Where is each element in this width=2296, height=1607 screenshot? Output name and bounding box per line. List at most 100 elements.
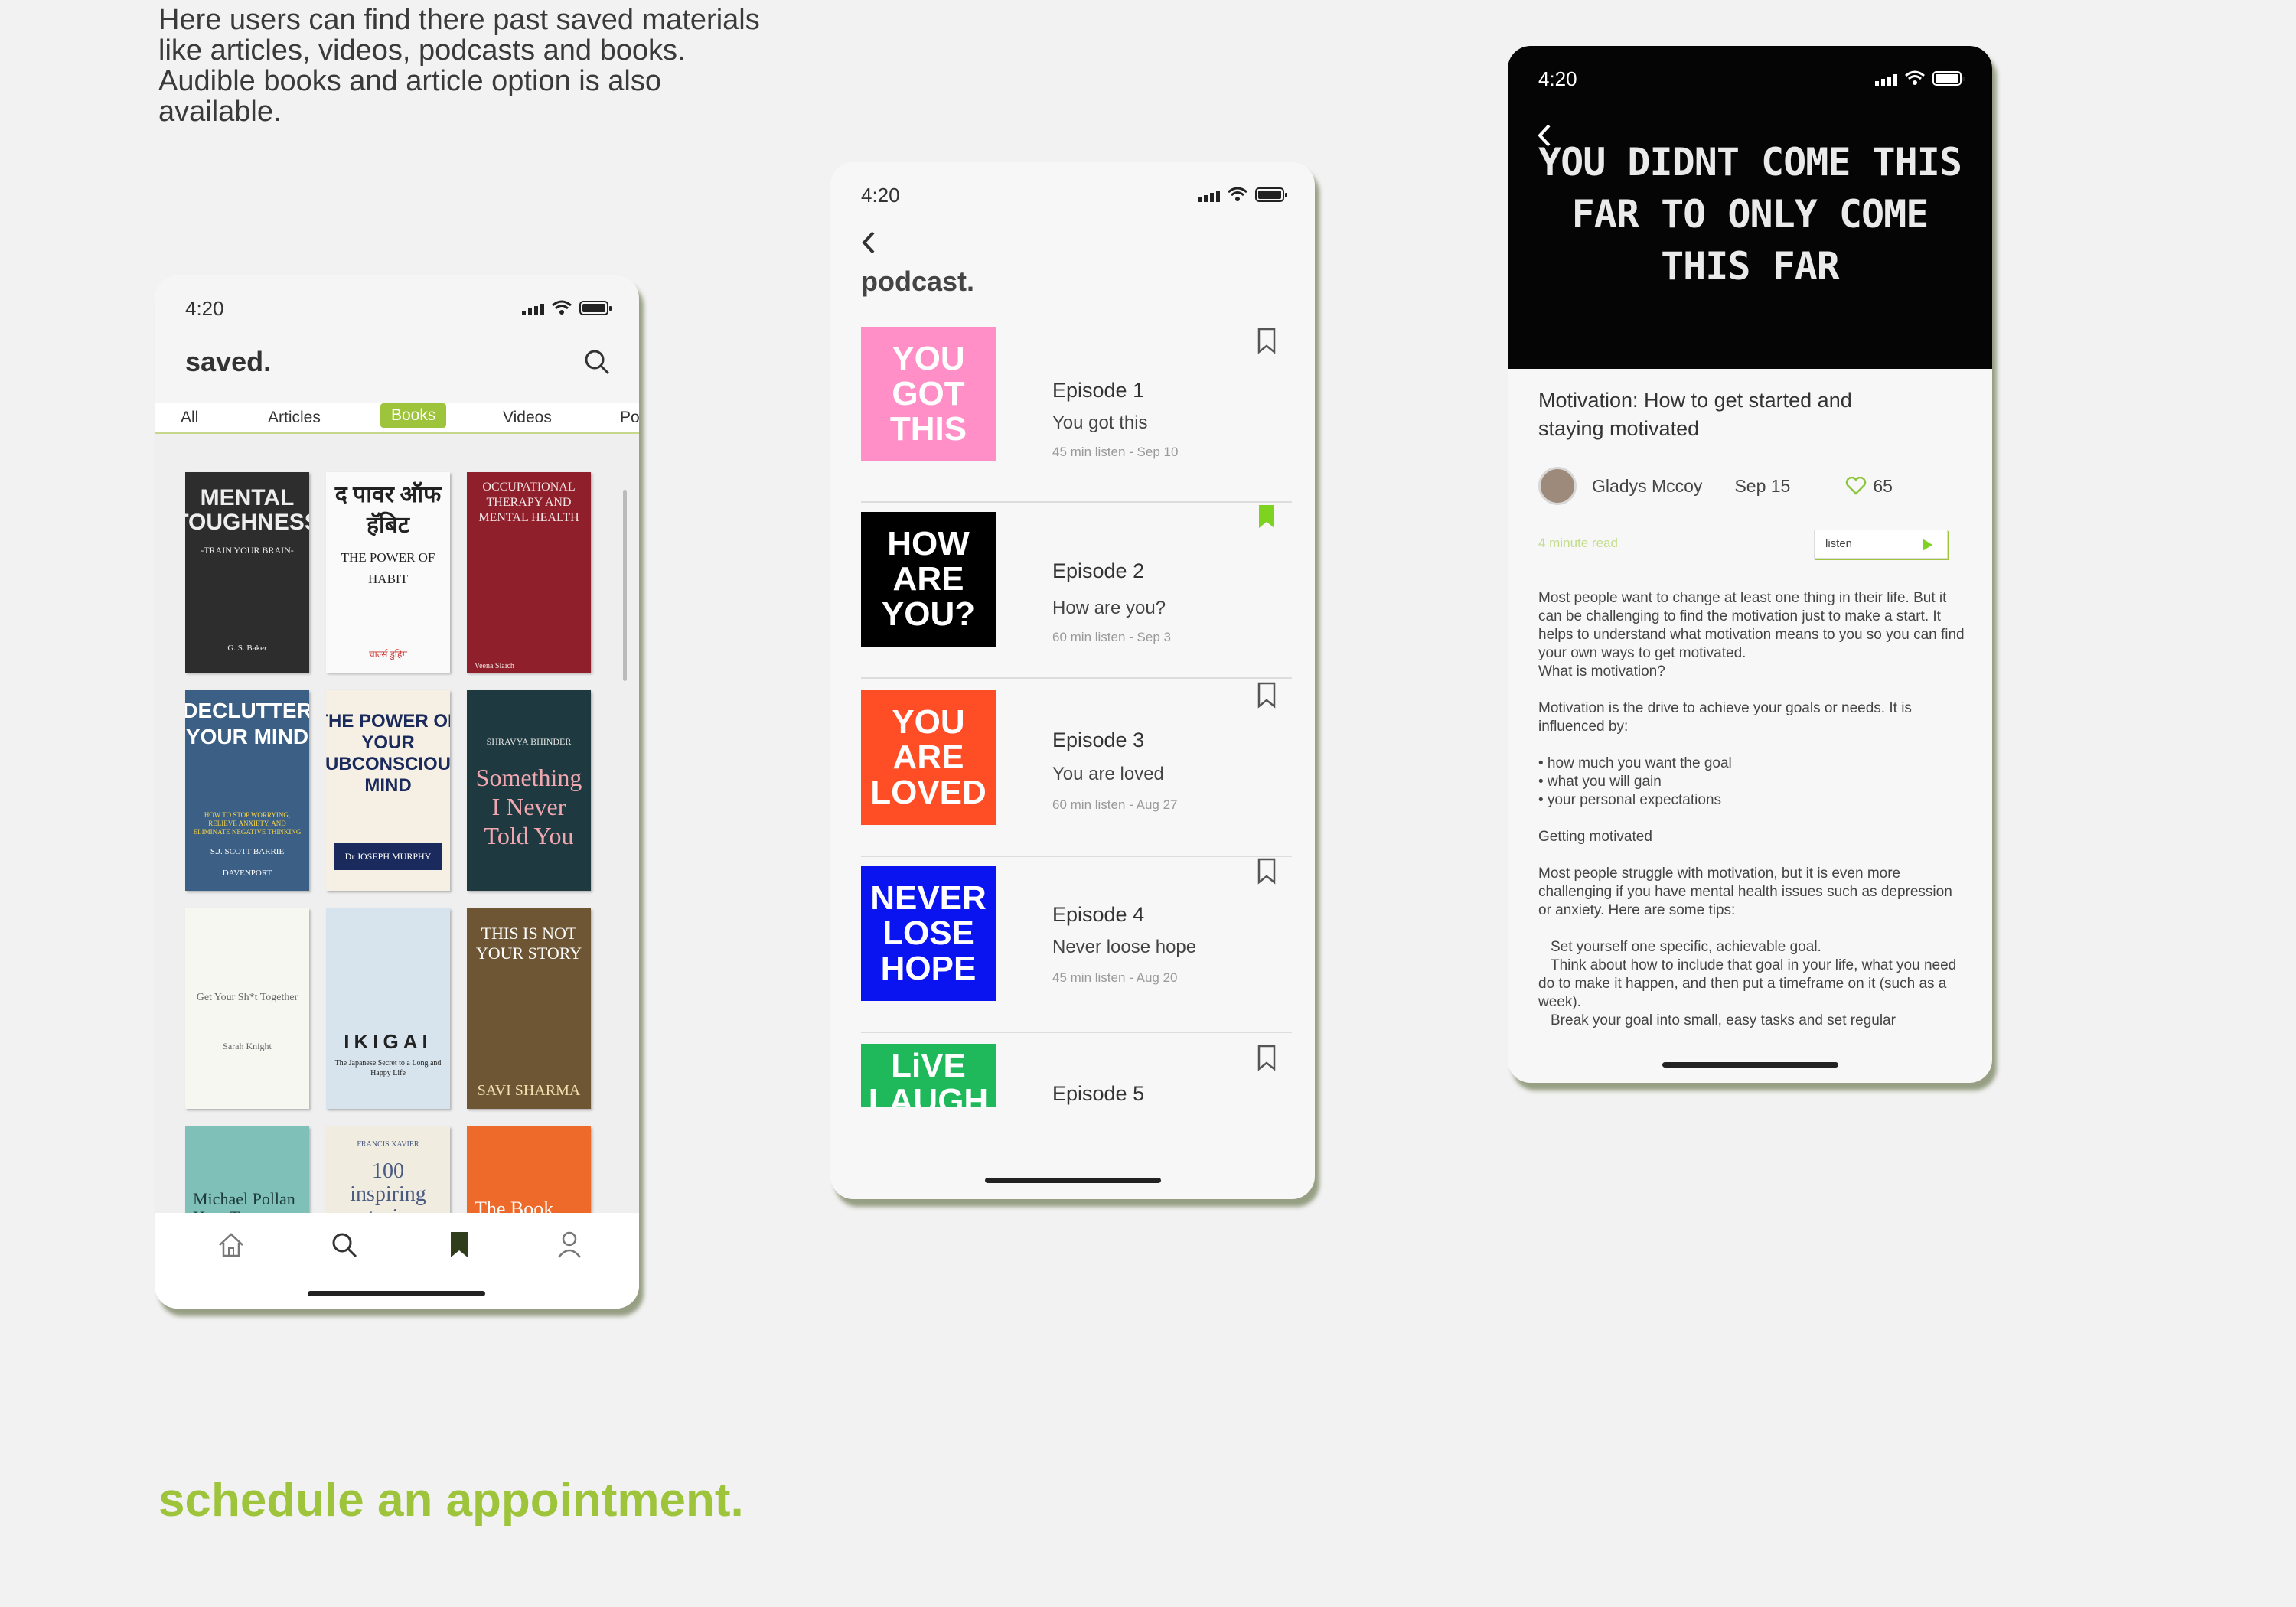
bookmark-outline-icon[interactable] bbox=[1257, 681, 1277, 709]
episode-cover: YOU GOT THIS bbox=[861, 327, 996, 461]
book-subtitle: -TRAIN YOUR BRAIN- bbox=[201, 545, 294, 556]
book-author: Sarah Knight bbox=[223, 1041, 272, 1051]
episode-cover: HOW ARE YOU? bbox=[861, 512, 996, 647]
avatar[interactable] bbox=[1538, 467, 1577, 505]
book-author: चार्ल्स डुहिग bbox=[368, 649, 408, 660]
profile-icon[interactable] bbox=[556, 1230, 583, 1260]
episode-subtitle: How are you? bbox=[1052, 598, 1166, 618]
book-cover[interactable]: THIS IS NOT YOUR STORY SAVI SHARMA bbox=[467, 908, 591, 1109]
episode-row[interactable]: YOU GOT THIS Episode 1 You got this 45 m… bbox=[861, 327, 1292, 503]
wifi-icon bbox=[1228, 187, 1247, 201]
book-title: द पावर ऑफ हॅबिट bbox=[334, 482, 442, 538]
author-name[interactable]: Gladys Mccoy bbox=[1592, 476, 1702, 497]
book-cover[interactable]: OCCUPATIONAL THERAPY AND MENTAL HEALTH V… bbox=[467, 472, 591, 673]
battery-icon bbox=[579, 301, 612, 315]
schedule-heading: schedule an appointment. bbox=[158, 1474, 744, 1527]
tab-bar: All Articles Books Videos Po bbox=[155, 403, 639, 434]
article-subheading: What is motivation? bbox=[1538, 663, 1665, 680]
article-tip: Think about how to include that goal in … bbox=[1538, 957, 1957, 1010]
article-title: Motivation: How to get started and stayi… bbox=[1538, 389, 1852, 440]
signal-icon bbox=[522, 304, 544, 315]
status-bar: 4:20 bbox=[155, 275, 639, 337]
bookmark-outline-icon[interactable] bbox=[1257, 857, 1277, 885]
signal-icon bbox=[1198, 191, 1220, 202]
bookmark-outline-icon[interactable] bbox=[1257, 327, 1277, 354]
article-phone: YOU DIDNT COME THIS FAR TO ONLY COME THI… bbox=[1508, 46, 1992, 1083]
episode-meta: 45 min listen - Aug 20 bbox=[1052, 970, 1178, 985]
article-bullet: • your personal expectations bbox=[1538, 792, 1722, 808]
listen-button[interactable]: listen bbox=[1814, 530, 1948, 559]
episode-title: Episode 2 bbox=[1052, 559, 1145, 582]
back-icon[interactable] bbox=[859, 230, 878, 256]
books-grid: MENTAL TOUGHNESS -TRAIN YOUR BRAIN- G. S… bbox=[155, 434, 639, 1227]
book-subtitle: SHRAVYA BHINDER bbox=[486, 736, 572, 747]
episode-subtitle: You are loved bbox=[1052, 764, 1164, 784]
article-paragraph: Most people struggle with motivation, bu… bbox=[1538, 865, 1952, 918]
bookmark-outline-icon[interactable] bbox=[1257, 1044, 1277, 1071]
search-icon[interactable] bbox=[583, 348, 611, 376]
book-cover[interactable]: द पावर ऑफ हॅबिट THE POWER OF HABIT चार्ल… bbox=[326, 472, 450, 673]
wifi-icon bbox=[1905, 70, 1925, 85]
search-icon[interactable] bbox=[329, 1230, 360, 1260]
bottom-nav bbox=[155, 1213, 639, 1309]
book-cover[interactable]: Michael Pollan How To Change Your Mind bbox=[185, 1126, 309, 1227]
signal-icon bbox=[1875, 74, 1897, 86]
tab-books[interactable]: Books bbox=[380, 403, 447, 428]
home-icon[interactable] bbox=[216, 1230, 246, 1260]
episode-title: Episode 1 bbox=[1052, 379, 1145, 402]
book-author: Dr JOSEPH MURPHY bbox=[334, 843, 442, 870]
back-icon[interactable] bbox=[1535, 122, 1554, 148]
episode-cover: LiVE LAUGH bbox=[861, 1044, 996, 1107]
book-cover[interactable]: THE POWER OF YOUR SUBCONSCIOUS MIND Dr J… bbox=[326, 690, 450, 891]
book-title: Get Your Sh*t Together bbox=[196, 992, 298, 1003]
page-title: podcast. bbox=[861, 266, 975, 297]
status-time: 4:20 bbox=[861, 184, 900, 207]
home-indicator bbox=[308, 1291, 485, 1296]
book-cover[interactable]: MENTAL TOUGHNESS -TRAIN YOUR BRAIN- G. S… bbox=[185, 472, 309, 673]
article-body: Most people want to change at least one … bbox=[1538, 589, 1967, 1030]
episode-row[interactable]: HOW ARE YOU? Episode 2 How are you? 60 m… bbox=[861, 503, 1292, 679]
battery-icon bbox=[1255, 187, 1287, 202]
book-cover[interactable]: The Book You Wish Your Parents bbox=[467, 1126, 591, 1227]
episode-meta: 60 min listen - Sep 3 bbox=[1052, 630, 1171, 644]
episode-row[interactable]: YOU ARE LOVED Episode 3 You are loved 60… bbox=[861, 681, 1292, 857]
podcast-phone: 4:20 podcast. YOU GOT THIS Episode 1 You… bbox=[830, 162, 1315, 1199]
battery-icon bbox=[1932, 71, 1965, 86]
bookmark-filled-icon[interactable] bbox=[1257, 503, 1277, 530]
bookmark-icon[interactable] bbox=[448, 1230, 471, 1260]
article-subheading: Getting motivated bbox=[1538, 829, 1652, 845]
book-cover[interactable]: FRANCIS XAVIER 100 inspiring stories bbox=[326, 1126, 450, 1227]
scrollbar[interactable] bbox=[623, 490, 627, 681]
author-row: Gladys Mccoy Sep 15 65 bbox=[1538, 467, 1893, 505]
home-indicator bbox=[1662, 1062, 1838, 1068]
tab-podcasts[interactable]: Po bbox=[620, 409, 639, 427]
episode-cover: NEVER LOSE HOPE bbox=[861, 866, 996, 1001]
episode-meta: 60 min listen - Aug 27 bbox=[1052, 797, 1178, 812]
saved-phone: 4:20 saved. All Articles Books Videos Po… bbox=[155, 275, 639, 1309]
episode-cover: YOU ARE LOVED bbox=[861, 690, 996, 825]
status-bar: 4:20 bbox=[830, 162, 1315, 223]
book-title: THIS IS NOT YOUR STORY bbox=[475, 924, 582, 963]
article-bullet: • how much you want the goal bbox=[1538, 755, 1732, 771]
heart-icon[interactable] bbox=[1845, 477, 1867, 495]
episode-subtitle: Never loose hope bbox=[1052, 937, 1197, 957]
book-cover[interactable]: SHRAVYA BHINDER Something I Never Told Y… bbox=[467, 690, 591, 891]
episode-row[interactable]: NEVER LOSE HOPE Episode 4 Never loose ho… bbox=[861, 857, 1292, 1033]
episode-row[interactable]: LiVE LAUGH Episode 5 bbox=[861, 1035, 1292, 1107]
book-author: G. S. Baker bbox=[227, 644, 267, 653]
book-title: DECLUTTER YOUR MIND bbox=[185, 698, 309, 748]
tab-videos[interactable]: Videos bbox=[503, 409, 552, 427]
tab-all[interactable]: All bbox=[181, 409, 198, 427]
hero-line: FAR TO ONLY COME bbox=[1571, 192, 1929, 236]
listen-label: listen bbox=[1825, 537, 1853, 550]
tab-articles[interactable]: Articles bbox=[268, 409, 321, 427]
home-indicator bbox=[985, 1178, 1161, 1183]
book-cover[interactable]: IKIGAI The Japanese Secret to a Long and… bbox=[326, 908, 450, 1109]
book-cover[interactable]: DECLUTTER YOUR MIND HOW TO STOP WORRYING… bbox=[185, 690, 309, 891]
status-time: 4:20 bbox=[1538, 67, 1577, 90]
book-author: Veena Slaich bbox=[475, 662, 514, 670]
book-title: OCCUPATIONAL THERAPY AND MENTAL HEALTH bbox=[478, 481, 579, 524]
book-cover[interactable]: Get Your Sh*t Together Sarah Knight bbox=[185, 908, 309, 1109]
episode-meta: 45 min listen - Sep 10 bbox=[1052, 445, 1179, 459]
book-title: IKIGAI bbox=[344, 1030, 432, 1053]
